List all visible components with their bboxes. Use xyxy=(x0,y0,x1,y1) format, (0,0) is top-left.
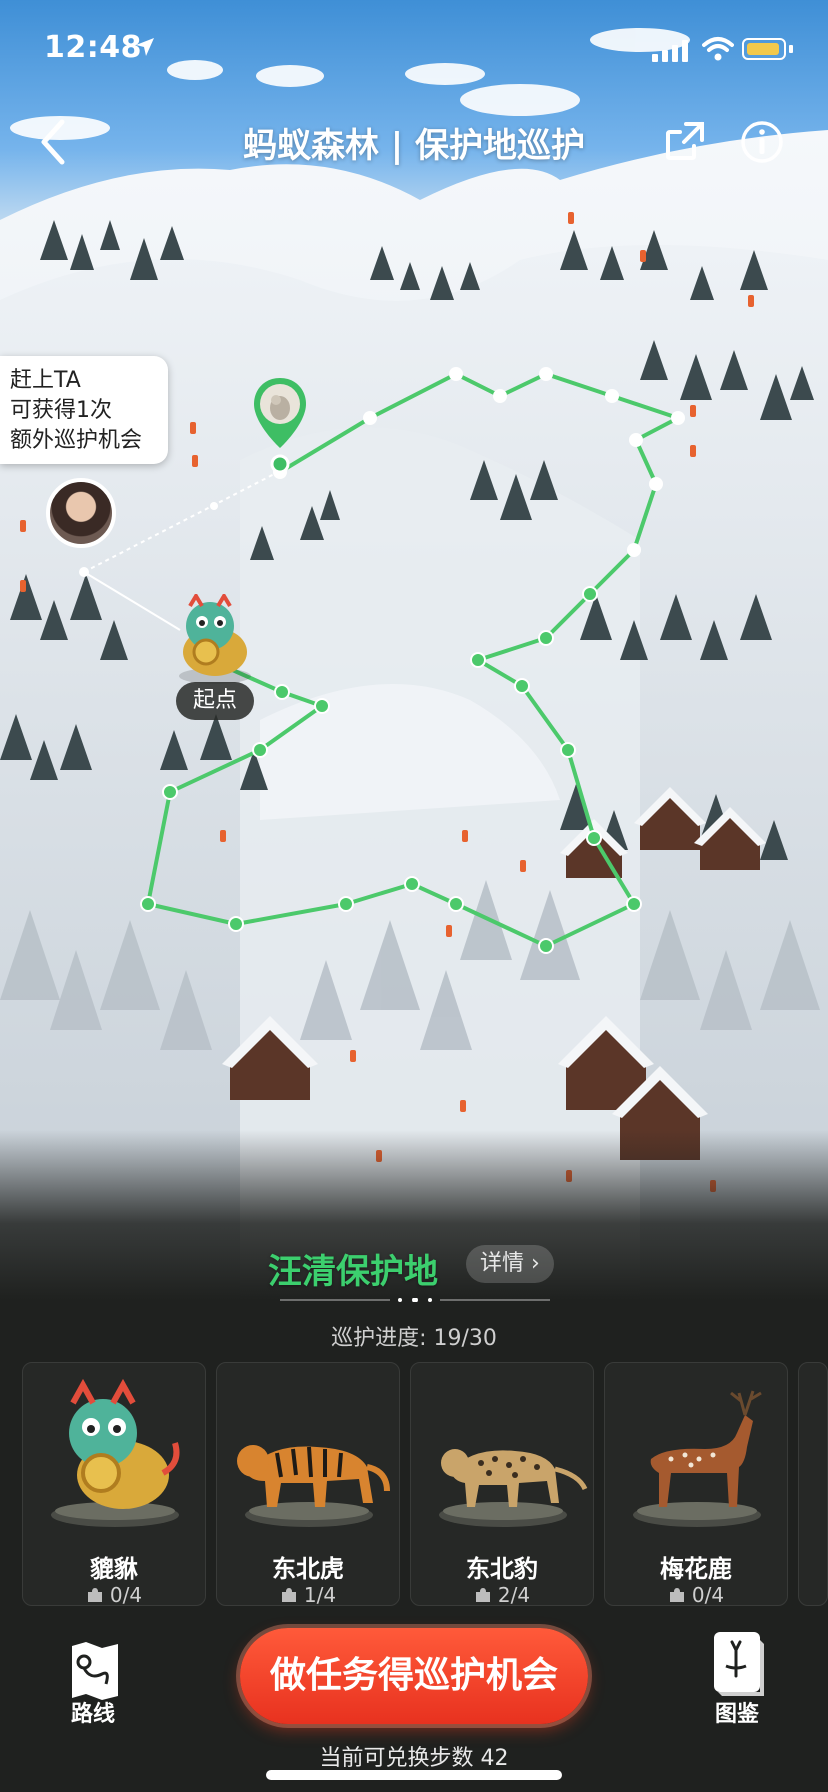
animal-progress-value: 1/4 xyxy=(303,1583,337,1607)
route-waypoint xyxy=(338,896,354,912)
reserve-name: 汪清保护地 xyxy=(268,1252,438,1292)
status-time: 12:48 xyxy=(44,30,142,65)
animal-card-pixiu[interactable]: 貔貅 0/4 xyxy=(22,1362,206,1607)
info-icon[interactable] xyxy=(740,120,784,164)
route-waypoint xyxy=(649,477,663,491)
route-waypoint xyxy=(582,586,598,602)
animal-card-sika-deer[interactable]: 梅花鹿 0/4 xyxy=(604,1362,788,1607)
route-waypoint xyxy=(140,896,156,912)
puzzle-icon xyxy=(475,1588,490,1602)
animal-name: 东北豹 xyxy=(466,1555,538,1583)
route-waypoint xyxy=(560,742,576,758)
home-indicator[interactable] xyxy=(266,1770,562,1780)
route-waypoint xyxy=(252,742,268,758)
route-waypoint xyxy=(538,630,554,646)
route-waypoint xyxy=(470,652,486,668)
route-waypoint xyxy=(671,411,685,425)
route-waypoint xyxy=(626,896,642,912)
battery-icon xyxy=(742,38,786,60)
patrol-map[interactable]: 12:48 蚂蚁森林 | 保护地巡护 赶上TA 可获得1次 额外巡护机会 起点 xyxy=(0,0,828,1300)
deer-figure-icon xyxy=(633,1390,762,1527)
animal-card-partial[interactable] xyxy=(798,1362,828,1606)
field-guide-icon[interactable] xyxy=(712,1630,764,1700)
pixiu-mascot-icon xyxy=(179,594,251,684)
location-arrow-icon xyxy=(136,38,154,56)
route-waypoint xyxy=(363,411,377,425)
animal-card-amur-leopard[interactable]: 东北豹 2/4 xyxy=(410,1362,594,1607)
snow-mountain-scene xyxy=(0,28,828,1300)
route-waypoint xyxy=(314,698,330,714)
chase-friend-callout[interactable]: 赶上TA 可获得1次 额外巡护机会 xyxy=(0,356,168,464)
route-waypoint xyxy=(162,784,178,800)
animal-progress-value: 0/4 xyxy=(691,1583,725,1607)
friend-avatar[interactable] xyxy=(46,478,116,548)
share-icon[interactable] xyxy=(664,120,706,162)
callout-line-2: 可获得1次 xyxy=(10,398,112,423)
battery-tip xyxy=(789,45,793,53)
route-waypoint xyxy=(586,830,602,846)
animal-card-amur-tiger[interactable]: 东北虎 1/4 xyxy=(216,1362,400,1607)
animal-progress: 1/4 xyxy=(217,1583,399,1607)
route-waypoint xyxy=(629,433,643,447)
title-divider xyxy=(280,1298,550,1302)
route-waypoint xyxy=(228,916,244,932)
animal-progress-value: 2/4 xyxy=(497,1583,531,1607)
start-point-label: 起点 xyxy=(176,682,254,720)
route-waypoint xyxy=(514,678,530,694)
guide-label[interactable]: 图鉴 xyxy=(704,1696,770,1728)
tiger-figure-icon xyxy=(237,1445,390,1527)
route-waypoint xyxy=(274,684,290,700)
puzzle-icon xyxy=(669,1588,684,1602)
puzzle-icon xyxy=(87,1588,102,1602)
route-waypoint xyxy=(538,938,554,954)
route-waypoint xyxy=(539,367,553,381)
wifi-icon xyxy=(702,37,734,61)
patrol-progress: 巡护进度: 19/30 xyxy=(331,1326,497,1351)
animal-name: 梅花鹿 xyxy=(660,1555,732,1583)
puzzle-icon xyxy=(281,1588,296,1602)
callout-line-1: 赶上TA xyxy=(10,368,81,393)
animal-progress: 2/4 xyxy=(411,1583,593,1607)
animal-name: 貔貅 xyxy=(90,1555,138,1583)
battery-level xyxy=(747,43,779,55)
animal-progress-value: 0/4 xyxy=(109,1583,143,1607)
current-position-pin-icon[interactable] xyxy=(252,376,308,472)
route-waypoint xyxy=(627,543,641,557)
reserve-detail-button[interactable]: 详情 › xyxy=(466,1245,554,1283)
route-label[interactable]: 路线 xyxy=(62,1696,124,1728)
animal-progress: 0/4 xyxy=(23,1583,205,1607)
animal-name: 东北虎 xyxy=(272,1555,344,1583)
redeemable-steps: 当前可兑换步数 42 xyxy=(319,1746,509,1771)
route-waypoint xyxy=(493,389,507,403)
route-waypoint xyxy=(449,367,463,381)
route-waypoint xyxy=(404,876,420,892)
route-waypoint xyxy=(605,389,619,403)
route-waypoint xyxy=(448,896,464,912)
do-tasks-button[interactable]: 做任务得巡护机会 xyxy=(240,1628,588,1724)
pixiu-figure-icon xyxy=(51,1378,180,1527)
animal-progress: 0/4 xyxy=(605,1583,787,1607)
callout-line-3: 额外巡护机会 xyxy=(10,428,143,453)
cellular-signal-icon xyxy=(652,40,688,62)
leopard-figure-icon xyxy=(439,1449,588,1527)
